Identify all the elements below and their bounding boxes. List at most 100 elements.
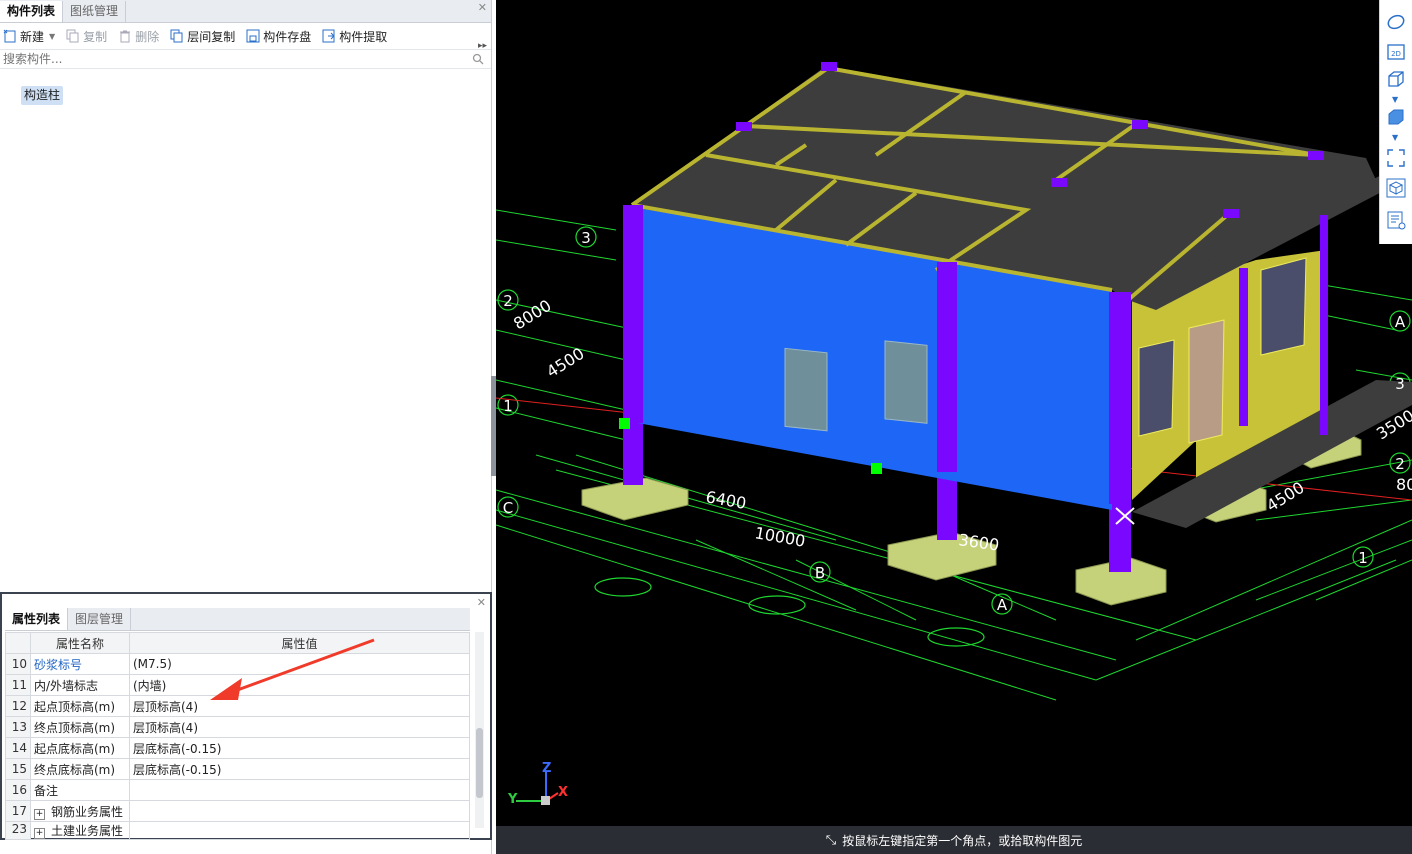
row-num: 11	[5, 674, 31, 696]
dim-4500a: 4500	[543, 344, 588, 382]
chevron-down-icon[interactable]: ▼	[1392, 95, 1398, 104]
3d-viewport[interactable]: 6400 10000 3600 8000 4500 4500 3500 80 3…	[496, 0, 1412, 826]
row-name: 备注	[30, 779, 130, 801]
expand-icon[interactable]: +	[34, 808, 45, 820]
row-name: 终点底标高(m)	[30, 758, 130, 780]
floor-copy-button[interactable]: 层间复制	[170, 28, 235, 45]
axis-b: B	[815, 564, 825, 582]
new-label: 新建	[20, 29, 45, 44]
solid-icon[interactable]	[1386, 108, 1406, 128]
dim-80: 80	[1396, 475, 1412, 494]
new-icon	[3, 29, 16, 43]
save-label: 构件存盘	[263, 29, 312, 44]
status-text: 按鼠标左键指定第一个角点，或拾取构件图元	[842, 833, 1083, 848]
component-search	[0, 50, 491, 69]
extract-label: 构件提取	[339, 29, 388, 44]
dim-10000: 10000	[753, 523, 806, 551]
row-name: 土建业务属性	[51, 824, 124, 838]
grip-point	[871, 463, 882, 474]
cube-icon[interactable]	[1386, 178, 1406, 198]
row-value[interactable]: 层顶标高(4)	[129, 716, 470, 738]
chevron-down-icon[interactable]: ▼	[1392, 133, 1398, 142]
save-component-button[interactable]: 构件存盘	[246, 28, 311, 45]
copy-label: 复制	[83, 29, 108, 44]
floor-copy-label: 层间复制	[187, 29, 236, 44]
axis-2: 2	[503, 292, 513, 310]
orbit-icon[interactable]	[1386, 12, 1406, 32]
row-num: 16	[5, 779, 31, 801]
fullscreen-icon[interactable]	[1386, 148, 1406, 168]
delete-label: 删除	[135, 29, 160, 44]
row-value[interactable]: 层底标高(-0.15)	[129, 737, 470, 759]
axis-right-a: A	[1395, 313, 1406, 331]
dim-6400: 6400	[704, 487, 747, 513]
view-3d-icon[interactable]	[1386, 70, 1406, 90]
search-input[interactable]	[3, 52, 443, 66]
table-row[interactable]: 23 + 土建业务属性	[5, 821, 470, 840]
expand-icon[interactable]: +	[34, 828, 45, 839]
row-value	[129, 821, 470, 840]
axis-right-3: 3	[1395, 375, 1405, 393]
row-num: 13	[5, 716, 31, 738]
grip-point	[619, 418, 630, 429]
axis-c: C	[503, 499, 513, 517]
table-row[interactable]: 14 起点底标高(m) 层底标高(-0.15)	[5, 737, 470, 759]
gizmo-y: Y	[507, 792, 518, 807]
axis-gizmo: Z Y X	[507, 761, 568, 807]
tab-drawing-manage[interactable]: 图纸管理	[63, 1, 127, 22]
collapse-arrows-icon: ⤡	[825, 832, 837, 848]
row-name: 起点顶标高(m)	[30, 695, 130, 717]
tab-component-list[interactable]: 构件列表	[0, 1, 64, 22]
new-button[interactable]: 新建 ▼	[3, 28, 55, 45]
row-num: 23	[5, 821, 31, 840]
axis-right-1: 1	[1358, 549, 1368, 567]
status-bar: ⤡ 按鼠标左键指定第一个角点，或拾取构件图元	[496, 826, 1412, 854]
chevron-down-icon[interactable]: ▼	[49, 32, 55, 41]
model-canvas[interactable]: 6400 10000 3600 8000 4500 4500 3500 80 3…	[496, 0, 1412, 826]
row-num: 12	[5, 695, 31, 717]
view-2d-icon[interactable]: 2D	[1386, 42, 1406, 62]
component-item-constructional-column[interactable]: 构造柱	[21, 86, 64, 105]
copy-button[interactable]: 复制	[66, 28, 107, 45]
extract-component-button[interactable]: 构件提取	[322, 28, 387, 45]
header-num	[5, 632, 31, 654]
header-name: 属性名称	[30, 632, 130, 654]
dim-8000: 8000	[510, 296, 555, 334]
gizmo-z: Z	[542, 761, 551, 776]
row-name: 内/外墙标志	[30, 674, 130, 696]
axis-3: 3	[581, 229, 591, 247]
close-icon[interactable]: ✕	[478, 1, 487, 14]
search-icon[interactable]	[472, 53, 484, 65]
table-row[interactable]: 15 终点底标高(m) 层底标高(-0.15)	[5, 758, 470, 780]
row-value[interactable]	[129, 779, 470, 801]
tab-layer-manage[interactable]: 图层管理	[68, 608, 132, 630]
table-row[interactable]: 16 备注	[5, 779, 470, 801]
copy-icon	[66, 29, 79, 43]
axis-a: A	[997, 596, 1008, 614]
row-name: 起点底标高(m)	[30, 737, 130, 759]
row-value	[129, 800, 470, 822]
row-name: 砂浆标号	[30, 653, 130, 675]
gizmo-x: X	[558, 785, 568, 800]
close-icon[interactable]: ✕	[477, 596, 486, 609]
property-panel: ✕ 属性列表 图层管理 属性名称 属性值 10 砂浆标号 (M7.5) 11 内…	[0, 592, 492, 840]
row-num: 14	[5, 737, 31, 759]
axis-right-2: 2	[1395, 455, 1405, 473]
row-name-group: + 钢筋业务属性	[30, 800, 130, 822]
tab-property-list[interactable]: 属性列表	[5, 608, 69, 630]
svg-text:2D: 2D	[1391, 50, 1401, 58]
row-name: 终点顶标高(m)	[30, 716, 130, 738]
trash-icon	[120, 30, 131, 43]
props-icon[interactable]	[1386, 210, 1406, 230]
row-value[interactable]: 层底标高(-0.15)	[129, 758, 470, 780]
row-num: 10	[5, 653, 31, 675]
row-name: 钢筋业务属性	[51, 804, 124, 819]
scrollbar[interactable]	[475, 632, 484, 828]
delete-button[interactable]: 删除	[118, 28, 159, 45]
floor-copy-icon	[170, 29, 183, 43]
component-tabbar: 构件列表 图纸管理 ✕	[0, 0, 491, 23]
axis-1: 1	[503, 397, 513, 415]
table-row[interactable]: 13 终点顶标高(m) 层顶标高(4)	[5, 716, 470, 738]
table-row[interactable]: 17 + 钢筋业务属性	[5, 800, 470, 822]
scrollbar-thumb[interactable]	[476, 728, 483, 798]
